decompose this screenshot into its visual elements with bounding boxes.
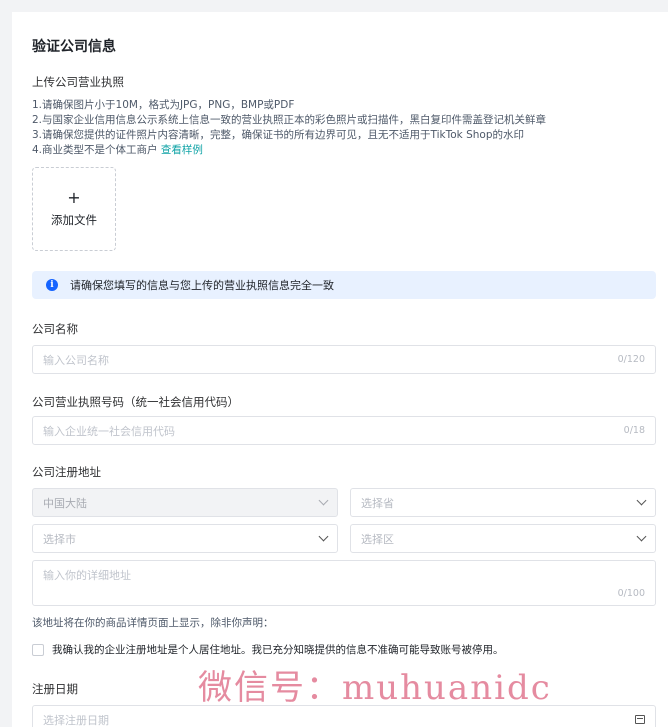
add-file-button[interactable]: + 添加文件 <box>32 167 116 251</box>
company-name-label: 公司名称 <box>32 322 78 336</box>
registration-date-placeholder: 选择注册日期 <box>43 713 109 727</box>
add-file-label: 添加文件 <box>51 213 97 227</box>
province-placeholder: 选择省 <box>361 496 394 510</box>
address-detail-counter: 0/100 <box>617 588 645 599</box>
country-select: 中国大陆 <box>32 488 338 517</box>
chevron-down-icon <box>318 495 329 506</box>
province-select[interactable]: 选择省 <box>350 488 656 517</box>
license-number-placeholder: 输入企业统一社会信用代码 <box>43 424 175 438</box>
requirement-3: 3.请确保您提供的证件照片内容清晰，完整，确保证书的所有边界可见，且无不适用于T… <box>32 129 524 141</box>
license-requirements: 1.请确保图片小于10M，格式为JPG，PNG，BMP或PDF 2.与国家企业信… <box>32 98 656 158</box>
city-select[interactable]: 选择市 <box>32 524 338 553</box>
residential-address-confirm[interactable]: 我确认我的企业注册地址是个人居住地址。我已充分知晓提供的信息不准确可能导致账号被… <box>32 642 656 657</box>
requirement-4: 4.商业类型不是个体工商户 查看样例 <box>32 143 656 158</box>
watermark: 微信号：muhuanidc <box>198 668 552 708</box>
requirement-1: 1.请确保图片小于10M，格式为JPG，PNG，BMP或PDF <box>32 99 295 111</box>
residential-address-checkbox[interactable] <box>32 643 44 656</box>
license-number-counter: 0/18 <box>623 425 645 436</box>
info-icon: i <box>46 279 58 291</box>
license-number-label: 公司营业执照号码（统一社会信用代码） <box>32 395 239 409</box>
info-notice-text: 请确保您填写的信息与您上传的营业执照信息完全一致 <box>70 279 334 292</box>
address-label: 公司注册地址 <box>32 465 101 479</box>
plus-icon: + <box>67 188 81 207</box>
requirement-2: 2.与国家企业信用信息公示系统上信息一致的营业执照正本的彩色照片或扫描件，黑白复… <box>32 114 547 126</box>
address-detail-textarea[interactable]: 输入你的详细地址 0/100 <box>32 560 656 606</box>
verify-company-card: 验证公司信息 上传公司营业执照 1.请确保图片小于10M，格式为JPG，PNG，… <box>12 12 668 727</box>
company-name-placeholder: 输入公司名称 <box>43 353 109 367</box>
district-placeholder: 选择区 <box>361 532 394 546</box>
license-number-input[interactable]: 输入企业统一社会信用代码 0/18 <box>32 416 656 445</box>
company-name-counter: 0/120 <box>617 354 645 365</box>
license-upload-label: 上传公司营业执照 <box>32 75 124 89</box>
calendar-icon <box>635 715 645 724</box>
country-value: 中国大陆 <box>43 496 87 510</box>
chevron-down-icon <box>318 531 329 542</box>
address-detail-placeholder: 输入你的详细地址 <box>43 569 131 582</box>
page-title: 验证公司信息 <box>32 39 116 55</box>
info-notice: i 请确保您填写的信息与您上传的营业执照信息完全一致 <box>32 271 656 299</box>
chevron-down-icon <box>636 531 647 542</box>
company-name-input[interactable]: 输入公司名称 0/120 <box>32 345 656 374</box>
view-example-link[interactable]: 查看样例 <box>161 144 203 156</box>
district-select[interactable]: 选择区 <box>350 524 656 553</box>
residential-address-confirm-text: 我确认我的企业注册地址是个人居住地址。我已充分知晓提供的信息不准确可能导致账号被… <box>52 644 504 656</box>
city-placeholder: 选择市 <box>43 532 76 546</box>
chevron-down-icon <box>636 495 647 506</box>
address-hint: 该地址将在你的商品详情页面上显示，除非你声明： <box>32 617 274 629</box>
requirement-4-text: 4.商业类型不是个体工商户 <box>32 144 158 156</box>
